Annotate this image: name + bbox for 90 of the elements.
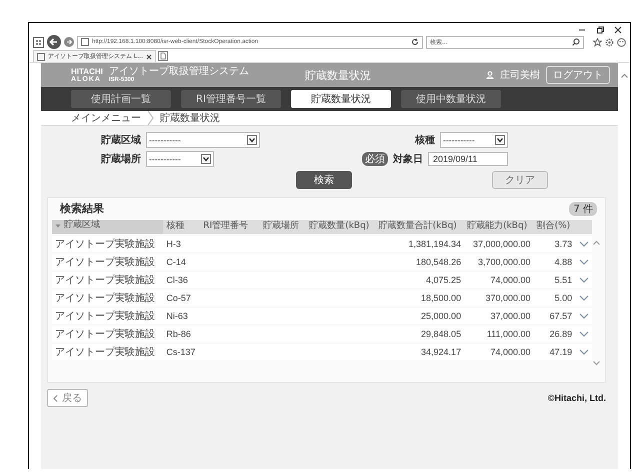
search-icon[interactable] [572, 38, 580, 46]
table-cell: Rb-86 [166, 328, 191, 339]
nav-tab[interactable]: 貯蔵数量状況 [291, 90, 391, 108]
star-icon[interactable] [593, 38, 602, 46]
copyright: ©Hitachi, Ltd. [548, 393, 606, 403]
scroll-up-icon[interactable] [593, 240, 600, 245]
dropdown-icon[interactable] [495, 135, 505, 145]
close-icon[interactable] [146, 54, 152, 60]
breadcrumb-item: 貯蔵数量状況 [160, 112, 220, 125]
chevron-left-icon [53, 394, 58, 402]
smiley-icon[interactable] [617, 38, 626, 46]
table-cell: 34,924.17 [421, 346, 462, 357]
table-cell: 18,500.00 [421, 292, 462, 303]
table-cell: 3.73 [554, 238, 572, 249]
system-name: アイソトープ取扱管理システム [108, 66, 249, 77]
table-cell: Co-57 [166, 292, 191, 303]
table-cell: 74,000.00 [490, 274, 531, 285]
grid-icon [33, 36, 44, 48]
nav-tab[interactable]: 使用中数量状況 [401, 90, 501, 108]
page-title: 貯蔵数量状況 [304, 68, 371, 82]
table-cell: アイソトープ実験施設 [55, 238, 155, 250]
page-icon [37, 52, 45, 60]
forward-icon[interactable] [64, 37, 74, 47]
breadcrumb-separator-icon [147, 111, 154, 125]
table-cell: 37,000,000.00 [473, 238, 531, 249]
gear-icon[interactable] [605, 38, 614, 46]
chevron-down-icon[interactable] [578, 240, 589, 247]
table-cell: Cl-36 [166, 274, 188, 285]
chevron-down-icon[interactable] [578, 330, 589, 337]
table-cell: アイソトープ実験施設 [55, 346, 155, 358]
table-cell: H-3 [166, 238, 181, 249]
restore-icon[interactable] [596, 26, 604, 34]
table-cell: 3,700,000.00 [478, 256, 531, 267]
results-title: 検索結果 [60, 201, 104, 216]
back-button[interactable]: 戻る [47, 389, 88, 407]
field-label: 貯蔵区域 [101, 134, 141, 147]
table-cell: 47.19 [550, 346, 572, 357]
table-cell: 1,381,194.34 [408, 238, 462, 249]
chevron-down-icon[interactable] [578, 348, 589, 355]
table-cell: 4,075.25 [426, 274, 462, 285]
table-cell: 4.88 [554, 256, 572, 267]
table-cell: 74,000.00 [490, 346, 531, 357]
date-field[interactable]: 2019/09/11 [428, 152, 508, 166]
field-label: 貯蔵場所 [101, 152, 141, 166]
table-cell: C-14 [166, 256, 186, 267]
refresh-icon[interactable] [411, 38, 419, 46]
page-icon [81, 38, 89, 46]
table-cell: 370,000.00 [486, 292, 531, 303]
nav-tab[interactable]: RI管理番号一覧 [181, 90, 281, 108]
chevron-down-icon[interactable] [578, 276, 589, 283]
table-cell: アイソトープ実験施設 [55, 256, 155, 268]
select-field[interactable]: ----------- [440, 132, 508, 148]
field-label: 対象日 [393, 152, 423, 166]
table-cell: アイソトープ実験施設 [55, 310, 155, 322]
table-cell: 111,000.00 [486, 328, 531, 339]
table-cell: アイソトープ実験施設 [55, 328, 155, 340]
new-tab-icon[interactable] [158, 51, 168, 61]
table-cell: 26.89 [550, 328, 572, 339]
table-cell: アイソトープ実験施設 [55, 274, 155, 286]
required-badge: 必須 [362, 152, 388, 166]
nav-tab[interactable]: 使用計画一覧 [71, 90, 171, 108]
table-cell: 37,000.00 [490, 310, 531, 321]
table-cell: 5.51 [554, 274, 572, 285]
result-count: 7 件 [569, 202, 597, 216]
table-cell: 5.00 [554, 292, 572, 303]
table-cell: アイソトープ実験施設 [55, 292, 155, 304]
table-cell: 29,848.05 [421, 328, 462, 339]
user-name: 庄司美樹 [500, 68, 540, 82]
table-cell: 67.57 [550, 310, 572, 321]
scroll-down-icon[interactable] [593, 361, 600, 366]
chevron-down-icon[interactable] [578, 258, 589, 265]
table-cell: Ni-63 [166, 310, 188, 321]
select-field[interactable]: ----------- [146, 151, 214, 167]
table-cell: Cs-137 [166, 346, 196, 357]
table-cell: 180,548.26 [416, 256, 462, 267]
back-icon[interactable] [47, 35, 61, 49]
search-button[interactable]: 検索 [296, 171, 352, 189]
scroll-up-icon[interactable] [620, 73, 628, 78]
brand-logo: HITACHI [71, 68, 103, 76]
clear-button[interactable]: クリア [492, 171, 548, 189]
chevron-down-icon[interactable] [578, 294, 589, 301]
dropdown-icon[interactable] [247, 135, 257, 145]
chevron-down-icon[interactable] [578, 312, 589, 319]
breadcrumb-item[interactable]: メインメニュー [71, 111, 141, 125]
table-cell: 25,000.00 [421, 310, 462, 321]
field-label: 核種 [415, 134, 435, 147]
user-icon [486, 71, 494, 79]
dropdown-icon[interactable] [201, 154, 211, 164]
close-icon[interactable] [614, 26, 622, 34]
select-field[interactable]: ----------- [146, 132, 260, 148]
